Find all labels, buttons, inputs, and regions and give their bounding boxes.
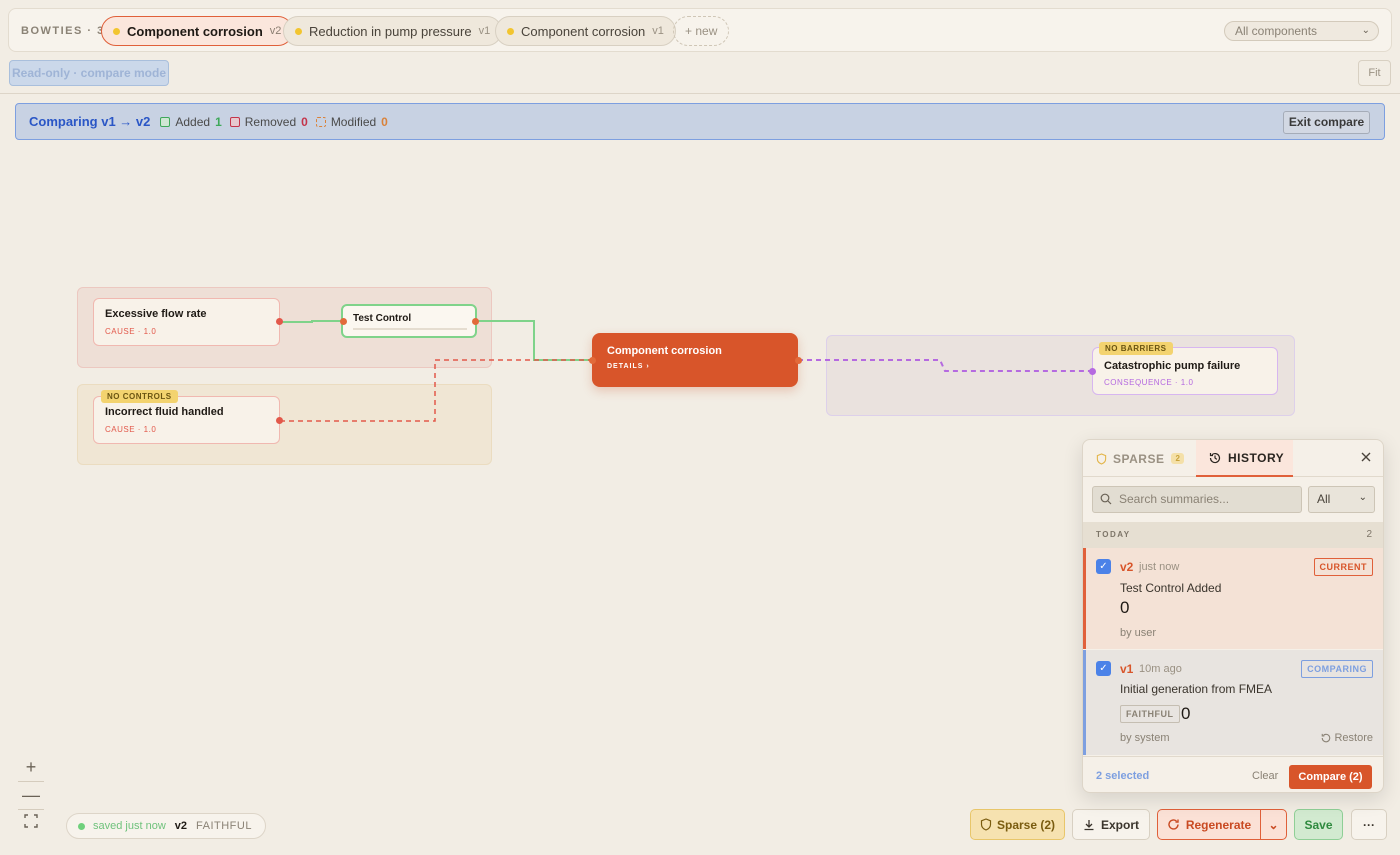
chevron-down-icon: ⌄ [1268, 817, 1279, 832]
shield-icon [980, 818, 992, 831]
port-handle[interactable] [472, 318, 479, 325]
tab-history-label: HISTORY [1228, 450, 1285, 465]
entry-title: Initial generation from FMEA [1120, 682, 1273, 696]
close-icon [1361, 452, 1371, 462]
entry-time: 10m ago [1139, 663, 1182, 675]
tab-sparse-label: SPARSE [1113, 451, 1165, 466]
control-progress-placeholder [353, 328, 467, 330]
close-panel-button[interactable] [1359, 450, 1373, 464]
more-options-button[interactable]: ··· [1351, 809, 1387, 840]
faithful-tag: FAITHFUL [1120, 705, 1180, 723]
history-icon [1209, 452, 1221, 463]
panel-tabs: SPARSE 2 HISTORY [1083, 440, 1383, 477]
search-input[interactable]: Search summaries... [1092, 486, 1302, 513]
group-count: 2 [1366, 529, 1372, 540]
entry-title: Test Control Added [1120, 581, 1222, 595]
group-header-today: TODAY 2 [1083, 522, 1383, 548]
regenerate-label: Regenerate [1185, 817, 1252, 832]
comparing-chip: COMPARING [1301, 660, 1373, 678]
control-node-test-control[interactable]: Test Control [341, 304, 477, 338]
zoom-out-button[interactable]: — [18, 783, 44, 807]
history-entry-v1[interactable]: ✓ v1 10m ago COMPARING Initial generatio… [1083, 650, 1383, 755]
connector-control-top [476, 320, 592, 361]
no-barriers-badge: NO BARRIERS [1099, 342, 1173, 355]
regenerate-button[interactable]: Regenerate [1157, 809, 1261, 840]
regenerate-options-button[interactable]: ⌄ [1260, 809, 1287, 840]
expand-icon [24, 814, 38, 828]
entry-version: v1 [1120, 662, 1134, 676]
sparse-button[interactable]: Sparse (2) [970, 809, 1065, 840]
top-event-title: Component corrosion [607, 345, 722, 357]
search-icon [1100, 493, 1112, 505]
port-handle[interactable] [1089, 368, 1096, 375]
node-subtitle: CAUSE · 1.0 [105, 327, 157, 336]
top-event-node[interactable]: Component corrosion DETAILS › [592, 333, 798, 387]
sparse-count-badge: 2 [1171, 453, 1185, 464]
restore-button[interactable]: Restore [1321, 732, 1373, 744]
divider [18, 781, 44, 782]
status-version: v2 [174, 820, 188, 832]
port-handle[interactable] [589, 357, 596, 364]
entry-value: 0 [1120, 598, 1130, 617]
entry-time: just now [1139, 561, 1180, 573]
clear-button[interactable]: Clear [1252, 770, 1278, 782]
history-panel: SPARSE 2 HISTORY Search summaries... All… [1082, 439, 1384, 793]
top-event-details-link[interactable]: DETAILS › [607, 363, 783, 370]
panel-footer: 2 selected Clear Compare (2) [1083, 756, 1383, 792]
history-filter-select[interactable]: All ⌄ [1308, 486, 1375, 513]
port-handle[interactable] [276, 417, 283, 424]
port-handle[interactable] [340, 318, 347, 325]
sparse-label: Sparse (2) [996, 817, 1056, 832]
node-subtitle: CAUSE · 1.0 [105, 425, 157, 434]
restore-label: Restore [1334, 732, 1373, 744]
minus-icon: — [22, 785, 40, 805]
shield-icon [1096, 452, 1107, 465]
chevron-down-icon: ⌄ [1358, 492, 1367, 503]
save-button[interactable]: Save [1294, 809, 1343, 840]
node-title: Excessive flow rate [105, 308, 207, 320]
connector-cause1-control [280, 320, 343, 323]
entry-author: by system [1120, 732, 1170, 744]
node-title: Test Control [353, 313, 412, 324]
saved-text: saved just now [93, 820, 166, 832]
no-controls-badge: NO CONTROLS [101, 390, 178, 403]
saved-dot-icon [78, 822, 85, 830]
tab-history[interactable]: HISTORY [1196, 440, 1293, 477]
compare-button[interactable]: Compare (2) [1289, 765, 1372, 789]
node-title: Incorrect fluid handled [105, 406, 224, 418]
zoom-in-button[interactable]: + [18, 755, 44, 779]
refresh-icon [1168, 819, 1179, 830]
entry-checkbox[interactable]: ✓ [1096, 661, 1111, 676]
filter-value: All [1317, 492, 1331, 506]
export-label: Export [1100, 817, 1139, 832]
history-entry-v2[interactable]: ✓ v2 just now CURRENT Test Control Added… [1083, 548, 1383, 649]
tab-sparse[interactable]: SPARSE 2 [1096, 440, 1185, 477]
download-icon [1084, 819, 1094, 830]
status-state: FAITHFUL [196, 820, 252, 832]
plus-icon: + [25, 757, 37, 777]
cause-node-excessive-flow-rate[interactable]: Excessive flow rate CAUSE · 1.0 [93, 298, 280, 346]
current-chip: CURRENT [1313, 558, 1373, 576]
connector-top-consequence [798, 359, 1092, 372]
node-title: Catastrophic pump failure [1104, 360, 1241, 372]
fullscreen-button[interactable] [18, 812, 44, 836]
port-handle[interactable] [276, 318, 283, 325]
entry-checkbox[interactable]: ✓ [1096, 559, 1111, 574]
node-subtitle: CONSEQUENCE · 1.0 [1104, 378, 1194, 387]
restore-icon [1322, 733, 1331, 743]
cause-node-incorrect-fluid-handled[interactable]: Incorrect fluid handled CAUSE · 1.0 [93, 396, 280, 444]
entry-version: v2 [1120, 560, 1134, 574]
entry-author: by user [1120, 627, 1157, 639]
port-handle[interactable] [795, 357, 802, 364]
divider [18, 809, 44, 810]
group-label: TODAY [1096, 530, 1131, 539]
entry-value: 0 [1181, 704, 1191, 723]
save-status-pill: saved just now v2 FAITHFUL [66, 813, 266, 839]
export-button[interactable]: Export [1072, 809, 1150, 840]
connector-cause2-top [280, 359, 592, 422]
selected-count: 2 selected [1096, 770, 1150, 782]
